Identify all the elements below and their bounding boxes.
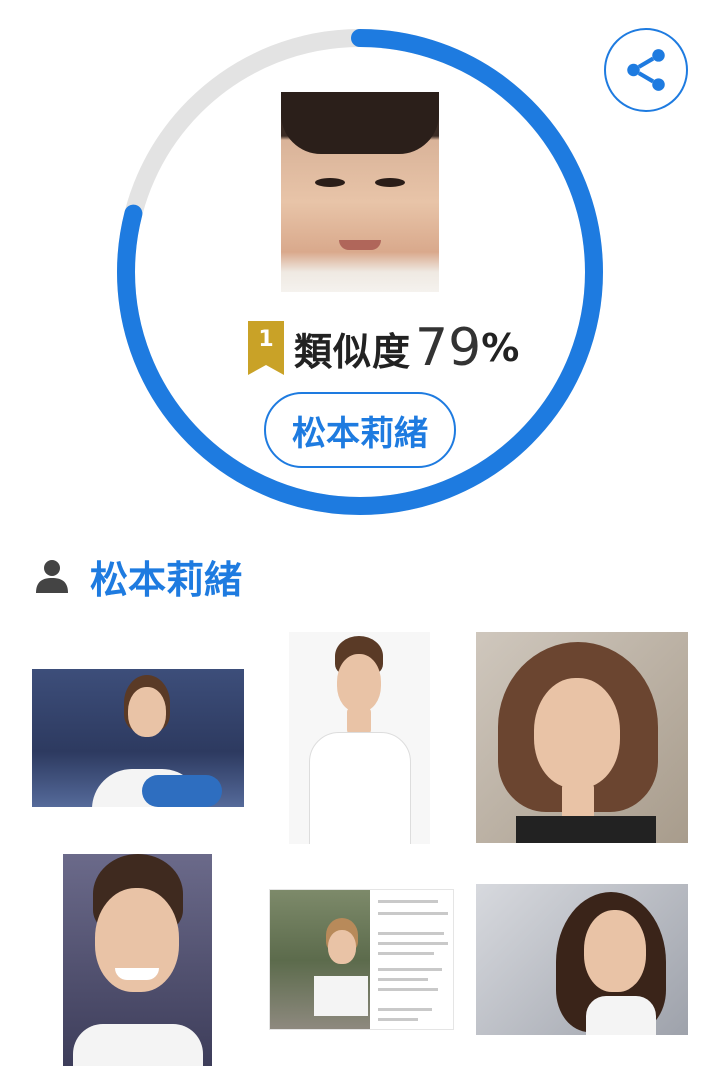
matched-name-button[interactable]: 松本莉緒 (264, 392, 456, 468)
person-icon (36, 560, 68, 593)
similarity-label: 類似度 (294, 329, 412, 374)
gallery-photo-2[interactable] (289, 632, 430, 844)
share-button[interactable] (604, 28, 688, 112)
similarity-row: 1 類似度 79 % (248, 318, 519, 378)
gallery-photo-1[interactable] (32, 669, 244, 807)
person-heading: 松本莉緒 (36, 548, 242, 604)
similarity-unit: % (481, 326, 520, 370)
gallery-photo-3[interactable] (476, 632, 688, 843)
rank-ribbon-icon: 1 (248, 321, 284, 375)
share-icon (627, 49, 665, 91)
similarity-value: 79 (415, 318, 482, 378)
gallery-photo-4[interactable] (63, 854, 212, 1066)
gallery-photo-6[interactable] (476, 884, 688, 1035)
person-name[interactable]: 松本莉緒 (90, 549, 242, 604)
gallery-photo-5[interactable] (269, 889, 454, 1030)
rank-number: 1 (258, 327, 274, 352)
uploaded-face-photo (281, 92, 439, 292)
